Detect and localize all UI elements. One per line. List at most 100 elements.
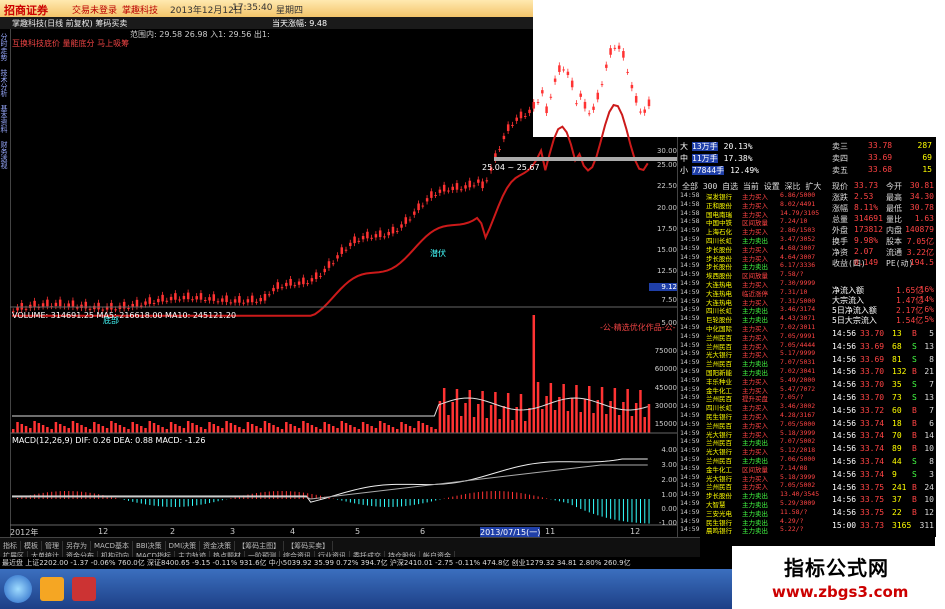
volume-bar [344, 423, 348, 433]
volume-bar [229, 423, 233, 433]
volume-bar [131, 422, 134, 433]
macd-bar [541, 497, 543, 499]
tick-volume: 18 [892, 418, 902, 428]
monitor-action: 主力卖出 [742, 527, 768, 536]
flow-key: 5日大宗流入 [832, 316, 877, 325]
tab-fundamental[interactable]: 基本资料 [0, 105, 9, 133]
tick-row[interactable]: 14:56 33.75 241 B 24 [832, 483, 934, 495]
tick-row[interactable]: 14:56 33.70 35 S 7 [832, 380, 934, 392]
monitor-time: 14:59 [680, 252, 700, 261]
macd-bar [217, 499, 219, 502]
macd-bar [392, 499, 394, 507]
tick-price: 33.74 [860, 469, 885, 479]
macd-bar [68, 491, 70, 499]
tick-row[interactable]: 15:00 33.73 3165 311 [832, 521, 934, 533]
volume-bar [157, 425, 160, 433]
macd-bar [337, 499, 339, 500]
monitor-value: 8.02/4491 [780, 199, 816, 208]
monitor-value: 5.18/3999 [780, 428, 816, 437]
volume-bar [579, 412, 582, 433]
volume-bar [319, 429, 322, 433]
volume-bar [643, 417, 646, 433]
monitor-time: 14:59 [680, 358, 700, 367]
volume-bar [383, 423, 386, 433]
monitor-list[interactable]: 14:58 深发银行 主力买入 6.86/5000 14:58 正和股份 主力买入 8.02/… [678, 191, 830, 537]
taskbar-app-icon[interactable] [40, 577, 64, 601]
monitor-value: 4.68/3007 [780, 243, 816, 252]
tick-row[interactable]: 14:56 33.74 89 B 10 [832, 444, 934, 456]
macd-bar [439, 499, 441, 500]
tick-row[interactable]: 14:56 33.69 68 S 13 [832, 342, 934, 354]
macd-bar [482, 491, 484, 499]
title-link-login[interactable]: 交易未登录 [72, 3, 117, 16]
monitor-value: 5.29/3009 [780, 499, 816, 507]
tab-intraday[interactable]: 分时走势 [0, 33, 9, 61]
tick-row[interactable]: 14:56 33.72 60 B 7 [832, 406, 934, 418]
monitor-value: 7.02/3041 [780, 367, 816, 375]
flow-pct: 14% [919, 295, 934, 304]
index-summary: 最近盘 上证2202.00 -1.37 -0.06% 760.0亿 深证8400… [2, 559, 631, 567]
macd-bar [140, 499, 142, 504]
tick-count: 6 [929, 418, 934, 428]
tick-row[interactable]: 14:56 33.74 70 B 14 [832, 431, 934, 443]
tab-financial[interactable]: 财务透视 [0, 141, 9, 169]
volume-bar [524, 421, 527, 433]
flow-value: 1.54亿 [896, 316, 924, 325]
stats-row: 涨跌 2.53 最高 34.30 [832, 192, 934, 203]
volume-bar [549, 383, 553, 433]
tick-count: 311 [919, 521, 934, 530]
stat-key: 涨幅 [832, 204, 848, 213]
tick-row[interactable]: 14:56 33.74 9 S 3 [832, 470, 934, 482]
tick-time: 15:00 [832, 521, 857, 530]
tick-row[interactable]: 14:56 33.75 37 B 10 [832, 495, 934, 507]
volume-bar [306, 423, 309, 433]
monitor-time: 14:59 [680, 411, 700, 419]
price-tick: 25.00 [656, 161, 677, 169]
volume-bar [33, 421, 36, 433]
title-time: 17:35:40 [232, 3, 273, 13]
macd-bar [563, 499, 565, 503]
tab-technical[interactable]: 技术分析 [0, 69, 9, 97]
macd-bar [644, 499, 646, 524]
tick-row[interactable]: 14:56 33.69 81 S 8 [832, 355, 934, 367]
tick-row[interactable]: 14:56 33.70 13 B 5 [832, 329, 934, 341]
macd-bar [456, 495, 458, 499]
tick-volume: 60 [892, 405, 902, 415]
candlestick-chart[interactable] [10, 29, 677, 537]
tick-list[interactable]: 14:56 33.70 13 B 5 14:56 33.69 68 S 13 14:56 33.69 8… [830, 329, 936, 535]
tick-row[interactable]: 14:56 33.74 18 B 6 [832, 419, 934, 431]
macd-tick: 0.00 [661, 505, 677, 513]
volume-bar [225, 421, 228, 433]
macd-bar [196, 499, 198, 506]
stats-row: 现价 33.73 今开 30.81 [832, 181, 934, 192]
volume-bar [310, 425, 314, 433]
monitor-time: 14:59 [680, 243, 700, 252]
volume-bar [553, 410, 557, 433]
tick-count: 10 [924, 444, 934, 454]
volume-bar [12, 429, 15, 433]
tick-row[interactable]: 14:56 33.74 44 S 8 [832, 457, 934, 469]
monitor-time: 14:59 [680, 349, 700, 358]
macd-bar [622, 499, 624, 522]
volume-bar [378, 421, 382, 433]
volume-bar [489, 405, 493, 433]
chip-amount: 77844手 [692, 166, 725, 175]
macd-bar [631, 499, 633, 523]
volume-bar [349, 425, 352, 433]
date-tick: 3 [230, 527, 236, 536]
monitor-value: 6.86/5000 [780, 191, 816, 199]
price-tick: 20.00 [656, 204, 677, 212]
taskbar-app-icon[interactable] [72, 577, 96, 601]
monitor-value: 5.49/2000 [780, 375, 816, 384]
start-orb-icon[interactable] [4, 575, 32, 603]
volume-bar [105, 428, 109, 433]
volume-bar [498, 419, 501, 433]
desktop-edge [935, 137, 945, 609]
macd-bar [81, 491, 83, 499]
chip-pct: 12.49% [730, 166, 759, 175]
title-link-stock[interactable]: 掌趣科技 [122, 3, 158, 16]
tick-row[interactable]: 14:56 33.70 132 B 21 [832, 367, 934, 379]
tick-row[interactable]: 14:56 33.70 73 S 13 [832, 393, 934, 405]
tick-row[interactable]: 14:56 33.75 22 B 12 [832, 508, 934, 520]
macd-bar [490, 491, 492, 499]
